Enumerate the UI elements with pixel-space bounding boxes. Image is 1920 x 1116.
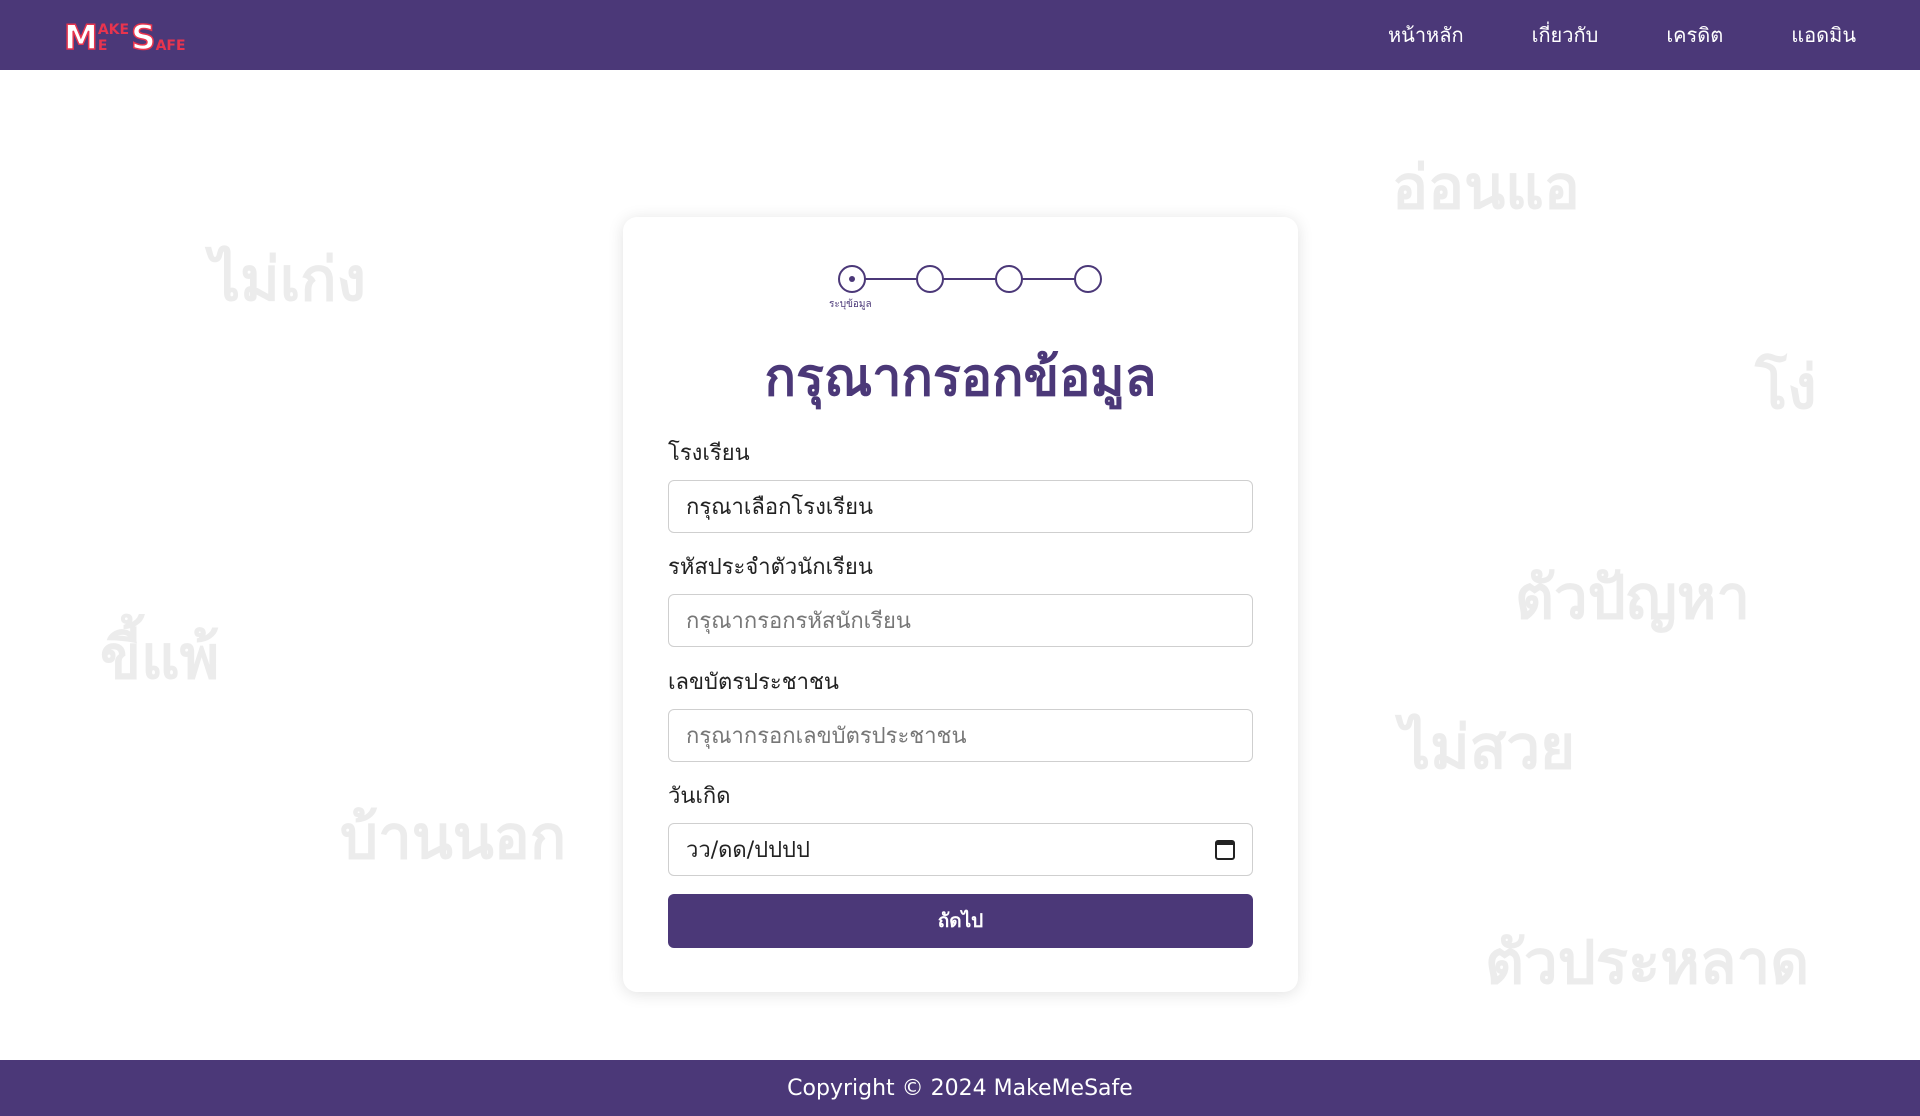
logo-letter-s: S [130,18,156,58]
nav-credits[interactable]: เครดิต [1666,19,1723,51]
background-word: ตัวปัญหา [1515,563,1751,633]
nav-admin[interactable]: แอดมิน [1791,19,1856,51]
birthdate-input[interactable]: วว/ดด/ปปปป [668,823,1253,876]
registration-card: ระบุข้อมูล กรุณากรอกข้อมูล โรงเรียน กรุณ… [623,217,1298,992]
citizen-id-input[interactable]: กรุณากรอกเลขบัตรประชาชน [668,709,1253,762]
student-id-label: รหัสประจำตัวนักเรียน [668,555,873,580]
top-navbar: M AKE E S AFE หน้าหลัก เกี่ยวกับ เครดิต … [0,0,1920,70]
form-title: กรุณากรอกข้อมูล [764,348,1157,408]
citizen-id-label: เลขบัตรประชาชน [668,670,839,695]
logo-ake-stack: AKE E [98,23,129,55]
next-button[interactable]: ถัดไป [668,894,1253,948]
current-step-dot [849,276,855,282]
birthdate-placeholder: วว/ดด/ปปปป [686,838,810,863]
background-word: อ่อนแอ [1392,153,1580,223]
school-select[interactable]: กรุณาเลือกโรงเรียน [668,480,1253,533]
student-id-input[interactable]: กรุณากรอกรหัสนักเรียน [668,594,1253,647]
logo-text-e: E [97,38,108,54]
background-word: บ้านนอก [340,803,567,873]
step-4 [1074,265,1102,293]
copyright-text: Copyright © 2024 MakeMeSafe [787,1075,1133,1101]
logo-text-afe: AFE [155,38,186,54]
background-word: โง่ [1755,353,1817,423]
makemesafe-logo[interactable]: M AKE E S AFE [63,15,186,58]
step-2 [916,265,944,293]
nav-home[interactable]: หน้าหลัก [1388,19,1464,51]
current-step-label: ระบุข้อมูล [829,299,872,310]
step-1-current [838,265,866,293]
background-word: ไม่เก่ง [210,245,366,315]
background-word: ขี้แพ้ [100,623,220,693]
background-word: ตัวประหลาด [1485,928,1810,998]
background-word: ไม่สวย [1400,713,1576,783]
nav-about[interactable]: เกี่ยวกับ [1532,19,1599,51]
progress-stepper: ระบุข้อมูล [623,261,1298,311]
logo-letter-m: M [63,18,98,58]
logo-text-ake: AKE [97,22,130,38]
step-3 [995,265,1023,293]
nav-links: หน้าหลัก เกี่ยวกับ เครดิต แอดมิน [1388,19,1856,51]
footer: Copyright © 2024 MakeMeSafe [0,1060,1920,1116]
school-label: โรงเรียน [668,441,750,466]
calendar-icon[interactable] [1215,839,1235,860]
birthdate-label: วันเกิด [668,784,731,809]
